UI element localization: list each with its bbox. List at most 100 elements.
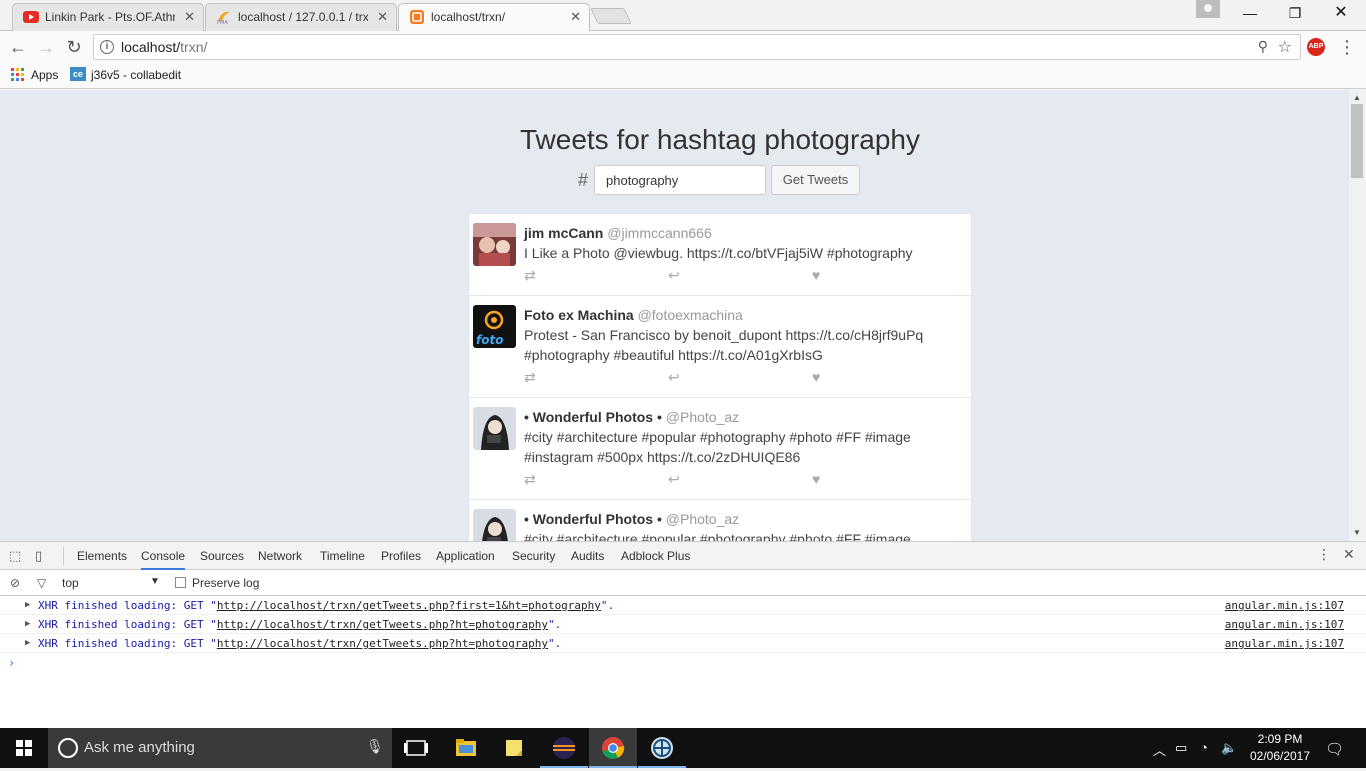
adblock-plus-icon[interactable]: ABP [1307, 38, 1325, 56]
devtools-tab-profiles[interactable]: Profiles [381, 542, 421, 570]
context-dropdown-icon[interactable]: ▼ [150, 576, 160, 587]
bookmark-collabedit[interactable]: j36v5 - collabedit [91, 67, 181, 83]
log-url-link[interactable]: http://localhost/trxn/getTweets.php?firs… [217, 599, 601, 612]
page-viewport: Tweets for hashtag photography # Get Twe… [0, 90, 1349, 541]
volume-icon[interactable]: 🔈 [1221, 740, 1237, 756]
page-scrollbar[interactable]: ▲ ▼ [1349, 90, 1366, 541]
back-icon[interactable]: ← [6, 35, 30, 59]
log-source-link[interactable]: angular.min.js:107 [1225, 615, 1344, 634]
clear-console-icon[interactable]: ⊘ [10, 576, 20, 590]
close-tab-icon[interactable]: ✕ [570, 4, 581, 30]
close-window-icon[interactable]: ✕ [1318, 0, 1364, 28]
tweet-author-name[interactable]: jim mcCann [524, 225, 603, 241]
log-url-link[interactable]: http://localhost/trxn/getTweets.php?ht=p… [217, 618, 548, 631]
expand-triangle-icon[interactable]: ▶ [25, 615, 30, 634]
tab-youtube[interactable]: Linkin Park - Pts.OF.Athrt ✕ [12, 3, 204, 31]
page-title: Tweets for hashtag photography [519, 124, 921, 155]
devtools-tab-sources[interactable]: Sources [200, 542, 244, 570]
address-bar[interactable]: i localhost/trxn/ ⚲ ☆ [93, 34, 1301, 60]
wifi-icon[interactable]: ◔ [1200, 740, 1208, 755]
tweet-text: #city #architecture #popular #photograph… [524, 531, 911, 541]
filter-icon[interactable]: ▽ [37, 576, 46, 590]
like-icon[interactable]: ♥ [812, 471, 820, 487]
retweet-icon[interactable]: ⇄ [524, 369, 536, 386]
log-source-link[interactable]: angular.min.js:107 [1225, 596, 1344, 615]
tweet-card: • Wonderful Photos • @Photo_az #city #ar… [468, 500, 972, 541]
preserve-log-checkbox[interactable] [175, 577, 186, 588]
tab-phpmyadmin[interactable]: PMA localhost / 127.0.0.1 / trx ✕ [205, 3, 397, 31]
devtools-menu-icon[interactable]: ⋮ [1317, 546, 1331, 563]
windows-taskbar: Ask me anything 🎙 ︿ ▭ ◔ 🔈 2:09 PM 02/06/… [0, 728, 1366, 768]
close-tab-icon[interactable]: ✕ [377, 4, 388, 30]
reply-icon[interactable]: ↩ [668, 369, 680, 386]
devtools-close-icon[interactable]: ✕ [1343, 546, 1355, 563]
get-tweets-button[interactable]: Get Tweets [771, 165, 860, 195]
hashtag-input[interactable] [594, 165, 766, 195]
tweet-author-handle[interactable]: @Photo_az [666, 511, 739, 527]
reply-icon[interactable]: ↩ [668, 471, 680, 488]
eclipse-button[interactable] [540, 728, 588, 768]
devtools-tab-timeline[interactable]: Timeline [320, 542, 365, 570]
url-text[interactable]: localhost/trxn/ [121, 39, 207, 55]
minimize-icon[interactable]: — [1227, 0, 1273, 28]
expand-triangle-icon[interactable]: ▶ [25, 596, 30, 615]
log-source-link[interactable]: angular.min.js:107 [1225, 634, 1344, 653]
like-icon[interactable]: ♥ [812, 267, 820, 283]
apps-grid-icon[interactable] [11, 68, 24, 81]
devtools-tab-adblock-plus[interactable]: Adblock Plus [621, 542, 690, 570]
reload-icon[interactable]: ↻ [62, 35, 86, 59]
zoom-icon[interactable]: ⚲ [1258, 38, 1268, 55]
file-explorer-button[interactable] [441, 728, 489, 768]
profile-icon[interactable] [1196, 0, 1220, 18]
app-button[interactable] [638, 728, 686, 768]
reply-icon[interactable]: ↩ [668, 267, 680, 284]
tray-expand-icon[interactable]: ︿ [1153, 740, 1166, 759]
scroll-down-icon[interactable]: ▼ [1353, 528, 1361, 537]
close-tab-icon[interactable]: ✕ [184, 4, 195, 30]
battery-icon[interactable]: ▭ [1175, 740, 1187, 756]
devtools-tab-elements[interactable]: Elements [77, 542, 127, 570]
start-button[interactable] [0, 728, 48, 768]
tab-localhost-trxn[interactable]: localhost/trxn/ ✕ [398, 3, 590, 32]
chrome-button[interactable] [589, 728, 637, 768]
scrollbar-thumb[interactable] [1351, 104, 1363, 178]
tweet-author-name[interactable]: • Wonderful Photos • [524, 511, 662, 527]
context-select[interactable]: top [62, 576, 79, 590]
expand-triangle-icon[interactable]: ▶ [25, 634, 30, 653]
tweet-author-name[interactable]: Foto ex Machina [524, 307, 634, 323]
hash-sign: # [578, 170, 589, 190]
bookmark-apps[interactable]: Apps [31, 67, 58, 83]
devtools-tab-network[interactable]: Network [258, 542, 302, 570]
tweet-author-name[interactable]: • Wonderful Photos • [524, 409, 662, 425]
folder-icon [456, 739, 476, 756]
scroll-up-icon[interactable]: ▲ [1353, 93, 1361, 102]
new-tab-button[interactable] [590, 8, 632, 24]
restore-icon[interactable]: ❐ [1272, 0, 1318, 28]
sticky-notes-button[interactable] [490, 728, 538, 768]
tweet-author-handle[interactable]: @fotoexmachina [638, 307, 743, 323]
log-url-link[interactable]: http://localhost/trxn/getTweets.php?ht=p… [217, 637, 548, 650]
tweet-author-handle[interactable]: @Photo_az [666, 409, 739, 425]
retweet-icon[interactable]: ⇄ [524, 267, 536, 284]
inspect-element-icon[interactable]: ⬚ [9, 548, 25, 563]
info-icon[interactable]: i [100, 40, 114, 54]
tweet-author-handle[interactable]: @jimmccann666 [607, 225, 711, 241]
devtools-tab-console[interactable]: Console [141, 542, 186, 570]
clock[interactable]: 2:09 PM 02/06/2017 [1244, 731, 1316, 765]
microphone-icon[interactable]: 🎙 [366, 738, 384, 755]
console-prompt[interactable]: › [0, 653, 1366, 673]
action-center-icon[interactable]: 🗨 [1325, 740, 1344, 758]
devtools-tab-audits[interactable]: Audits [571, 542, 604, 570]
retweet-icon[interactable]: ⇄ [524, 471, 536, 488]
collabedit-icon: ce [70, 67, 86, 81]
devtools-tab-security[interactable]: Security [512, 542, 555, 570]
devtools-panel: ⬚ ▯ Elements Console Sources Network Tim… [0, 541, 1366, 728]
device-toolbar-icon[interactable]: ▯ [35, 548, 51, 563]
cortana-search[interactable]: Ask me anything 🎙 [48, 728, 392, 768]
bookmark-star-icon[interactable]: ☆ [1278, 37, 1292, 57]
chrome-menu-icon[interactable]: ⋮ [1338, 37, 1356, 58]
forward-icon[interactable]: → [34, 35, 58, 59]
like-icon[interactable]: ♥ [812, 369, 820, 385]
devtools-tab-application[interactable]: Application [436, 542, 495, 570]
task-view-button[interactable] [392, 728, 440, 768]
